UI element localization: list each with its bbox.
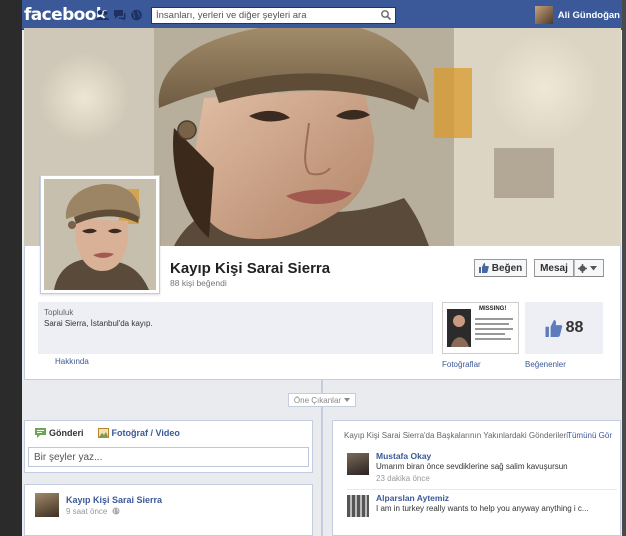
search-icon[interactable] — [380, 9, 392, 21]
tab-photo-video-label: Fotoğraf / Video — [111, 428, 180, 438]
timeline-post: Kayıp Kişi Sarai Sierra 9 saat önce — [24, 484, 313, 536]
recent-posts-by-others: Kayıp Kişi Sarai Sierra'da Başkalarının … — [332, 420, 621, 536]
page-category: Topluluk — [44, 308, 74, 317]
about-text: Sarai Sierra, İstanbul'da kayıp. — [44, 319, 153, 328]
right-edge-strip — [622, 0, 626, 536]
composer-input[interactable] — [29, 448, 299, 466]
list-item: Alparslan Aytemiz I am in turkey really … — [347, 493, 617, 533]
search-input[interactable] — [152, 8, 372, 23]
globe-icon — [112, 507, 120, 515]
photo-icon — [97, 428, 109, 438]
commenter-name[interactable]: Mustafa Okay — [376, 451, 431, 461]
settings-menu-button[interactable] — [574, 259, 604, 277]
page-title: Kayıp Kişi Sarai Sierra — [170, 260, 331, 277]
message-button-label: Mesaj — [540, 262, 568, 274]
post-composer: Gönderi Fotoğraf / Video — [24, 420, 313, 473]
composer-tabs: Gönderi Fotoğraf / Video — [25, 421, 312, 445]
status-icon — [35, 428, 46, 438]
chevron-down-icon — [344, 398, 351, 402]
post-time[interactable]: 9 saat önce — [66, 507, 120, 516]
tab-post[interactable]: Gönderi — [35, 428, 84, 438]
message-button[interactable]: Mesaj — [534, 259, 574, 277]
about-box — [38, 302, 433, 354]
chevron-down-icon — [590, 265, 597, 270]
photos-thumbnail[interactable]: MISSING! — [442, 302, 519, 354]
missing-poster-text: MISSING! — [479, 306, 507, 312]
likes-summary: 88 kişi beğendi — [170, 278, 227, 288]
highlights-dropdown[interactable]: Öne Çıkanlar — [288, 393, 356, 407]
gear-icon — [578, 263, 587, 273]
photos-link[interactable]: Fotoğraflar — [442, 360, 481, 369]
messages-icon[interactable] — [113, 9, 126, 21]
divider — [347, 489, 617, 490]
recent-posts-title: Kayıp Kişi Sarai Sierra'da Başkalarının … — [344, 431, 569, 440]
comment-text: Umarım biran önce sevdiklerine sağ salim… — [376, 462, 568, 471]
left-edge-strip — [0, 0, 22, 536]
thumbs-up-icon — [478, 263, 489, 273]
commenter-avatar[interactable] — [347, 453, 369, 475]
facebook-logo[interactable]: facebook — [24, 5, 107, 25]
about-link[interactable]: Hakkında — [55, 357, 89, 366]
user-profile-link[interactable]: Ali Gündoğan — [534, 6, 620, 24]
list-item: Mustafa Okay Umarım biran önce sevdikler… — [347, 451, 617, 491]
user-avatar[interactable] — [534, 6, 553, 24]
post-author[interactable]: Kayıp Kişi Sarai Sierra — [66, 495, 162, 505]
user-name[interactable]: Ali Gündoğan — [558, 10, 620, 21]
thumbs-up-icon — [545, 319, 562, 337]
comment-time[interactable]: 23 dakika önce — [376, 474, 430, 483]
globe-notifications-icon[interactable] — [130, 9, 143, 21]
likers-link[interactable]: Beğenenler — [525, 360, 566, 369]
profile-picture[interactable] — [40, 175, 160, 294]
search-box[interactable] — [151, 7, 396, 24]
page-container: Kayıp Kişi Sarai Sierra 88 kişi beğendi … — [24, 28, 621, 536]
like-button[interactable]: Beğen — [474, 259, 527, 277]
commenter-avatar[interactable] — [347, 495, 369, 517]
see-all-link[interactable]: Tümünü Gör — [567, 431, 612, 440]
comment-text: I am in turkey really wants to help you … — [376, 504, 589, 513]
highlights-label: Öne Çıkanlar — [293, 395, 342, 405]
likes-box[interactable]: 88 — [525, 302, 603, 354]
tab-post-label: Gönderi — [49, 428, 84, 438]
post-author-avatar[interactable] — [35, 493, 59, 517]
commenter-name[interactable]: Alparslan Aytemiz — [376, 493, 449, 503]
tab-photo-video[interactable]: Fotoğraf / Video — [97, 428, 180, 438]
friend-requests-icon[interactable] — [96, 9, 109, 21]
composer-input-box[interactable] — [28, 447, 309, 467]
top-bar: facebook Ali Gündoğan — [22, 0, 622, 30]
likes-count: 88 — [565, 319, 584, 336]
like-button-label: Beğen — [491, 262, 523, 274]
